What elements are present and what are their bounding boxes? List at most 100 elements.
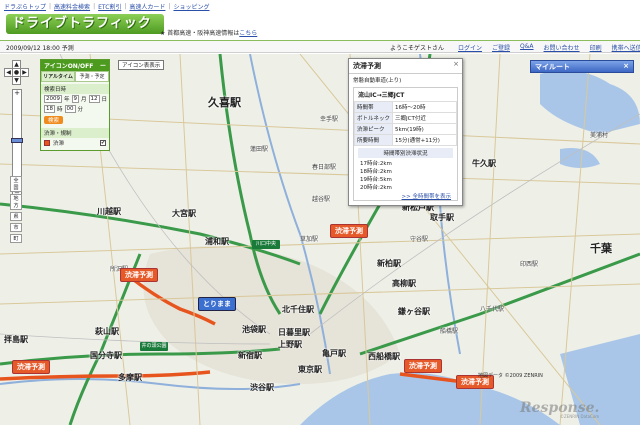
hourly-header: 時間帯別渋滞状況 (358, 148, 453, 158)
toplink-drapla-top[interactable]: ドラぷらトップ (4, 2, 46, 11)
place-label: 蓮田駅 (250, 146, 269, 153)
place-label: 八千代駅 (480, 306, 505, 313)
header: ドライブトラフィック ★ 首都高速・阪神高速情報はこちら (0, 12, 640, 40)
pan-down-button[interactable]: ▼ (12, 76, 21, 85)
table-row: ボトルネック 三郷JCT付近 (354, 112, 457, 124)
send-to-mobile-link[interactable]: 携帯へ送信 (612, 43, 640, 52)
place-label: 新柏駅 (377, 259, 401, 268)
top-link-bar: ドラぷらトップ | 高速料金検索 | ETC割引 | 高速人カード | ショッピング (0, 0, 640, 12)
place-label: 美浦村 (590, 132, 609, 139)
contact-link[interactable]: お問い合わせ (544, 43, 580, 52)
place-label: 大宮駅 (172, 209, 196, 218)
zoom-level-national[interactable]: 全国 (10, 176, 22, 192)
row-key: 所要時間 (354, 134, 393, 146)
notice-link[interactable]: こちら (239, 30, 257, 37)
month-select[interactable]: 9 (71, 95, 80, 103)
faq-link[interactable]: Q&A (520, 43, 534, 52)
toplink-etc-discount[interactable]: ETC割引 (98, 2, 121, 11)
login-link[interactable]: ログイン (458, 43, 482, 52)
separator: | (49, 2, 52, 10)
table-row: 時間帯 16時～20時 (354, 101, 457, 113)
tab-forecast[interactable]: 予測・予定 (75, 71, 109, 82)
collapse-icon[interactable]: ー (100, 61, 106, 70)
zoom-thumb[interactable] (11, 138, 23, 143)
section-search-date: 検索日時 (41, 84, 109, 94)
section-name: 流山IC→三郷JCT (358, 92, 405, 99)
hourly-item: 20時台:2km (360, 185, 392, 191)
place-label: 日暮里駅 (278, 328, 310, 337)
row-value: 16時～20時 (392, 101, 457, 113)
place-label: 高柳駅 (392, 279, 416, 288)
congestion-forecast-marker[interactable]: 渋滞予測 (404, 359, 442, 373)
toplink-highway-card[interactable]: 高速人カード (129, 2, 165, 11)
place-label: 新宿駅 (238, 351, 262, 360)
pan-right-button[interactable]: ▶ (20, 68, 29, 77)
row-value: 15分(通常+11分) (392, 134, 457, 146)
congestion-forecast-marker[interactable]: 渋滞予測 (330, 224, 368, 238)
time-row: 18 時 00 分 (41, 104, 109, 114)
congestion-forecast-marker[interactable]: 渋滞予測 (12, 360, 50, 374)
brand-logo[interactable]: ドライブトラフィック (6, 14, 164, 34)
minute-select[interactable]: 00 (64, 105, 76, 113)
date-row: 2009 年 9月 12 日 (41, 94, 109, 104)
place-label: 渋谷駅 (250, 383, 274, 392)
place-label: 多摩駅 (118, 373, 142, 382)
hourly-item: 17時台:2km (360, 161, 392, 167)
minute-unit: 分 (77, 107, 84, 113)
close-icon[interactable]: × (623, 62, 629, 70)
section-congestion-legend: 渋滞・規制 (41, 128, 109, 138)
hour-unit: 時 (57, 107, 63, 113)
table-row: 渋滞ピーク 5km(19時) (354, 123, 457, 135)
place-label: 船橋駅 (440, 328, 459, 335)
close-icon[interactable]: × (453, 60, 459, 68)
place-label: 取手駅 (430, 213, 454, 222)
zoom-level-region[interactable]: 地方 (10, 194, 22, 210)
search-button[interactable]: 検索 (44, 116, 64, 124)
congestion-checkbox[interactable]: ✔ (100, 140, 106, 146)
day-select[interactable]: 12 (88, 95, 100, 103)
place-label: 北千住駅 (282, 305, 314, 314)
hourly-item: 19時台:5km (360, 177, 392, 183)
row-key: 渋滞ピーク (354, 123, 393, 135)
popup-detail: 流山IC→三郷JCT 時間帯 16時～20時 ボトルネック 三郷JCT付近 渋滞ピー… (353, 87, 458, 201)
panel-header[interactable]: アイコンON/OFF ー (41, 60, 109, 71)
status-bar: 2009/09/12 18:00 予測 ようこそゲストさん ログイン ご登録 Q… (0, 40, 640, 53)
hour-select[interactable]: 18 (44, 105, 55, 113)
congestion-info-popup: 渋滞予測 × 常磐自動車道(上り) 流山IC→三郷JCT 時間帯 16時～20時 … (348, 58, 463, 206)
place-label: 池袋駅 (242, 325, 266, 334)
user-nav: ログイン ご登録 Q&A お問い合わせ 印刷 携帯へ送信 (458, 43, 640, 52)
highway-sign: 井の頭公園 (140, 342, 168, 351)
zoom-level-prefecture[interactable]: 県 (10, 212, 22, 221)
congestion-forecast-marker[interactable]: 渋滞予測 (120, 268, 158, 282)
place-label: 西船橋駅 (368, 352, 400, 361)
road-name: 常磐自動車道(上り) (353, 78, 402, 84)
place-label: 春日部駅 (312, 164, 337, 171)
zoom-level-city[interactable]: 市 (10, 223, 22, 232)
show-all-hours-link[interactable]: >> 全時間帯を表示 (354, 192, 457, 200)
highway-notice: ★ 首都高速・阪神高速情報はこちら (160, 28, 257, 37)
place-label: 上野駅 (278, 340, 302, 349)
tab-realtime[interactable]: リアルタイム (41, 71, 75, 82)
watermark-credit: ©ZENRIN DataCom (560, 414, 600, 419)
place-label: 牛久駅 (472, 159, 496, 168)
place-label: 幸手駅 (320, 116, 339, 123)
place-label: 守谷駅 (410, 236, 429, 243)
register-link[interactable]: ご登録 (492, 43, 510, 52)
place-label: 国分寺駅 (90, 351, 122, 360)
zoom-in-button[interactable]: + (13, 90, 21, 98)
place-label: 鎌ヶ谷駅 (398, 307, 430, 316)
my-route-panel[interactable]: マイルート × (530, 60, 634, 73)
place-label: 川越駅 (97, 207, 121, 216)
legend-label: 渋滞 (53, 141, 65, 147)
icon-display-toggle[interactable]: アイコン表表示 (118, 60, 165, 70)
traffic-map[interactable]: ▲ ◀ ● ▶ ▼ + − 全国 地方 県 市 町 アイコンON/OFF ー リ… (0, 54, 640, 425)
year-select[interactable]: 2009 (44, 95, 62, 103)
panel-title: アイコンON/OFF (44, 63, 94, 70)
toplink-toll-search[interactable]: 高速料金検索 (54, 2, 90, 11)
print-link[interactable]: 印刷 (590, 43, 602, 52)
area-marker[interactable]: とりまま (198, 297, 236, 311)
toplink-shopping[interactable]: ショッピング (173, 2, 209, 11)
place-label: 亀戸駅 (322, 349, 346, 358)
hourly-item: 18時台:2km (360, 169, 392, 175)
zoom-level-town[interactable]: 町 (10, 234, 22, 243)
